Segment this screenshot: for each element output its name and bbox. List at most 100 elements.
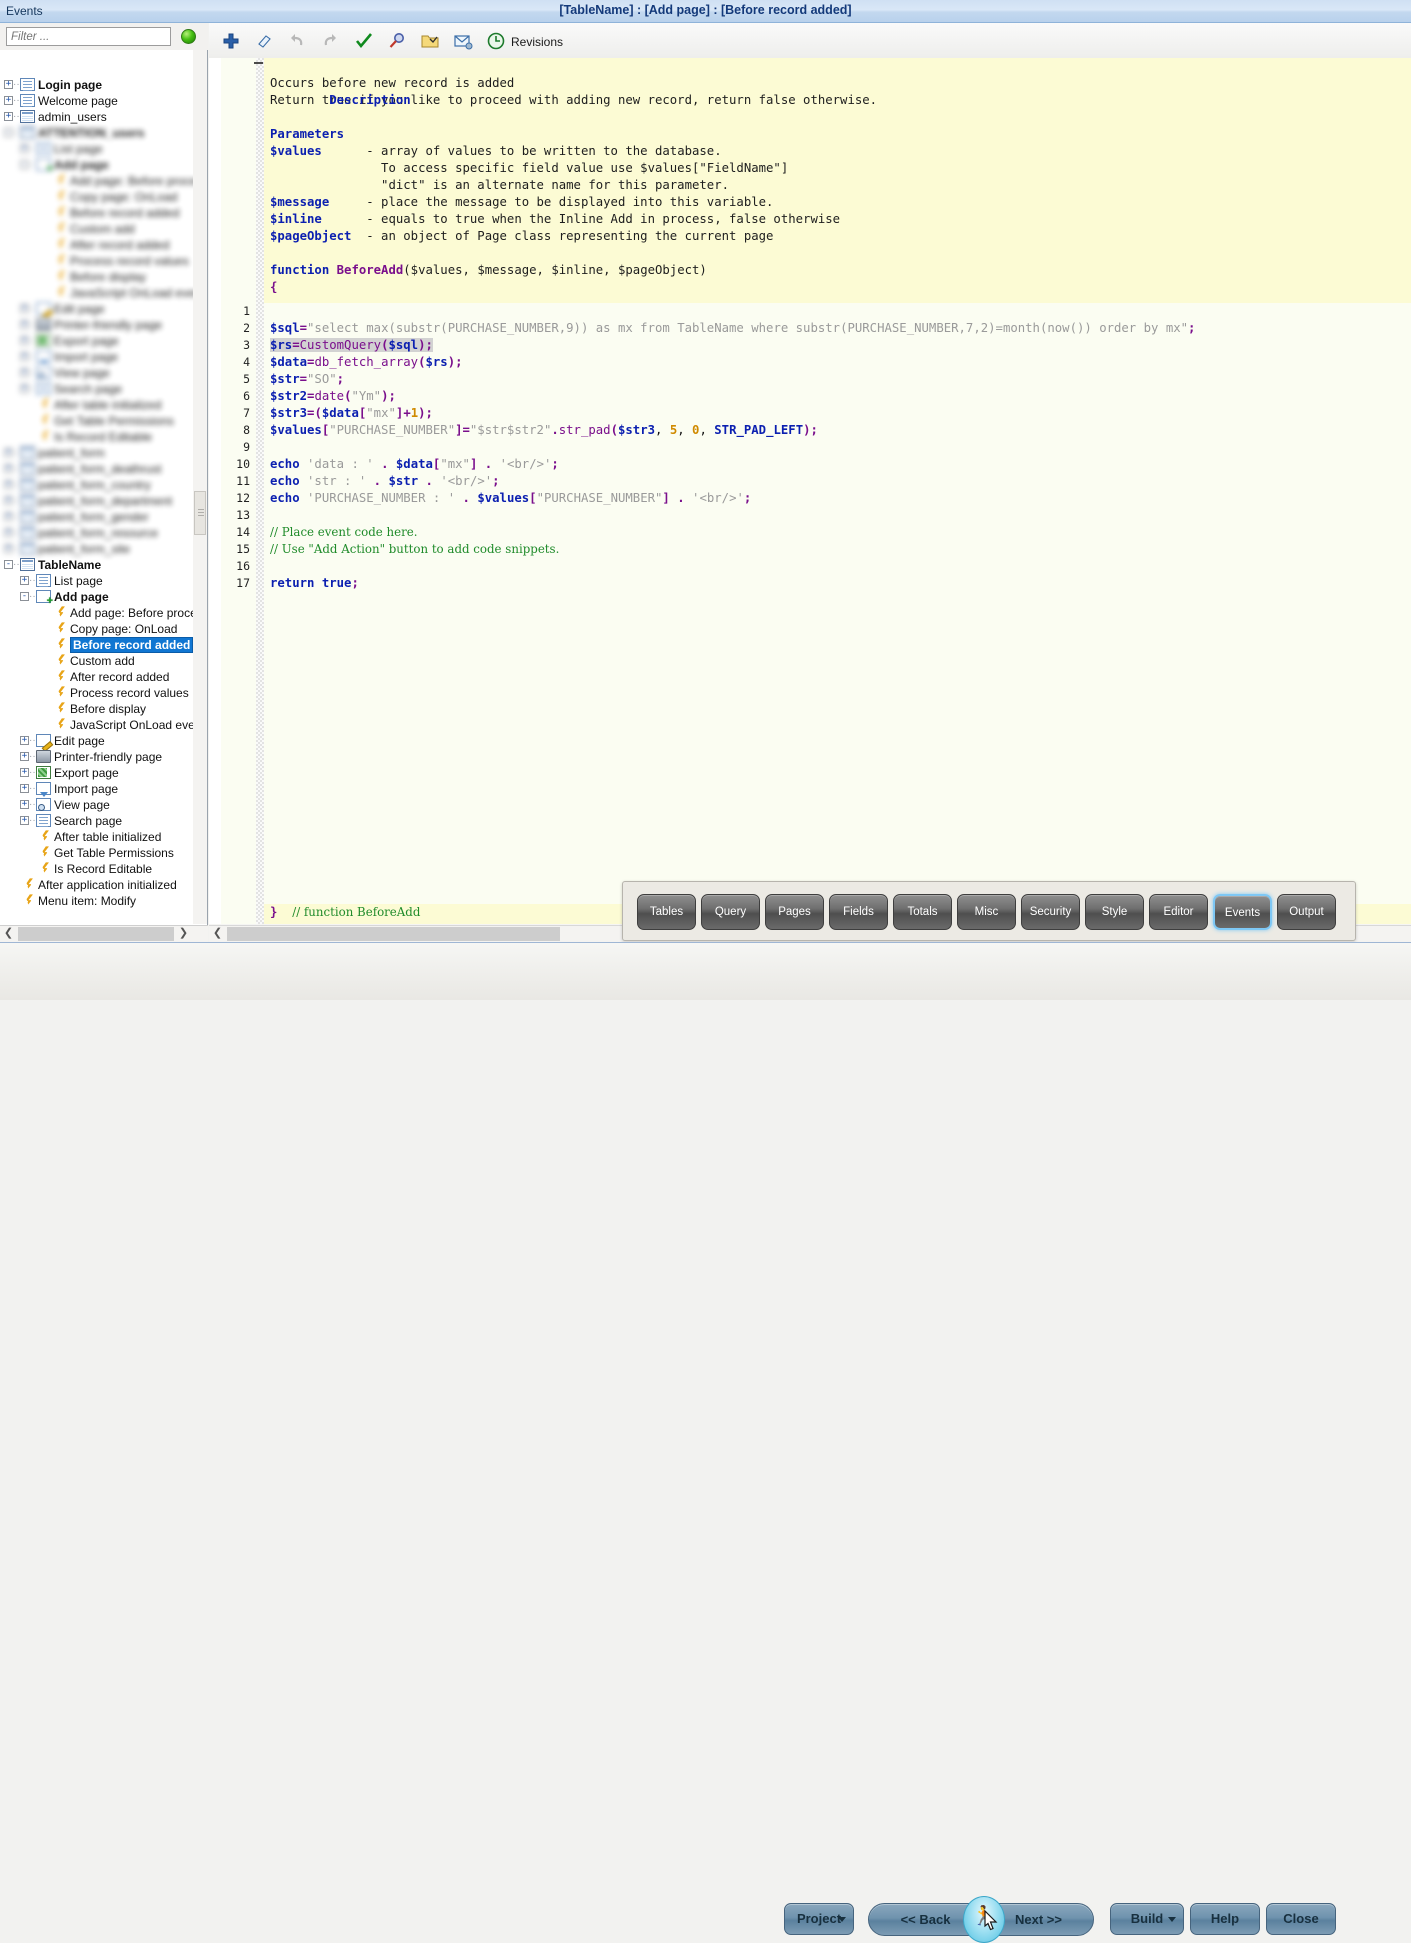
- tree-item[interactable]: Get Table Permissions: [0, 412, 207, 428]
- tree-item[interactable]: Copy page: OnLoad: [0, 620, 207, 636]
- code-line[interactable]: echo 'str : ' . $str . '<br/>';: [264, 473, 1411, 490]
- tree-item[interactable]: + ·· List page: [0, 572, 207, 588]
- code-line[interactable]: // Place event code here.: [264, 524, 1411, 541]
- code-line[interactable]: $data=db_fetch_array($rs);: [264, 354, 1411, 371]
- tree-expander-icon[interactable]: +: [20, 384, 29, 394]
- code-line[interactable]: [264, 507, 1411, 524]
- eraser-icon[interactable]: [254, 31, 276, 51]
- tree-expander-icon[interactable]: +: [4, 448, 13, 458]
- tree-item[interactable]: Add page: Before process: [0, 172, 207, 188]
- code-line[interactable]: [264, 439, 1411, 456]
- tree-expander-icon[interactable]: -: [4, 560, 13, 570]
- tree-item[interactable]: + ·· Export page: [0, 332, 207, 348]
- tree-item[interactable]: + ·· patient_form_country: [0, 476, 207, 492]
- code-line[interactable]: echo 'data : ' . $data["mx"] . '<br/>';: [264, 456, 1411, 473]
- code-line[interactable]: $str2=date("Ym");: [264, 388, 1411, 405]
- tree-item[interactable]: + ·· Search page: [0, 812, 207, 828]
- tab-misc[interactable]: Misc: [957, 894, 1016, 930]
- tab-query[interactable]: Query: [701, 894, 760, 930]
- tree-item[interactable]: Before display: [0, 700, 207, 716]
- tree-item[interactable]: Custom add: [0, 220, 207, 236]
- tree-expander-icon[interactable]: +: [20, 768, 29, 778]
- code-line[interactable]: [264, 303, 1411, 320]
- filter-input[interactable]: [6, 27, 171, 46]
- tree-horizontal-scroll-thumb[interactable]: [18, 927, 174, 941]
- tree-item[interactable]: After table initialized: [0, 828, 207, 844]
- tree-item[interactable]: -··Add page: [0, 156, 207, 174]
- tab-security[interactable]: Security: [1021, 894, 1080, 930]
- tree-item[interactable]: + ·· patient_form: [0, 444, 207, 460]
- tree-item[interactable]: Custom add: [0, 652, 207, 668]
- magnifier-icon[interactable]: [387, 31, 409, 51]
- tree-expander-icon[interactable]: +: [4, 464, 13, 474]
- tree-expander-icon[interactable]: +: [20, 320, 29, 330]
- tree-expander-icon[interactable]: +: [20, 736, 29, 746]
- tree-item[interactable]: Before record added: [0, 204, 207, 220]
- revisions-label[interactable]: Revisions: [511, 35, 563, 49]
- chevron-down-icon[interactable]: [838, 1917, 846, 1922]
- tree-item[interactable]: + ·· Login page: [0, 76, 207, 92]
- tree-horizontal-scrollbar[interactable]: ❮ ❯: [0, 925, 208, 942]
- tree-item[interactable]: Add page: Before process: [0, 604, 207, 620]
- tree-item[interactable]: + ·· Edit page: [0, 732, 207, 748]
- tree-item[interactable]: Is Record Editable: [0, 860, 207, 876]
- code-line[interactable]: $str="SO";: [264, 371, 1411, 388]
- tree-item[interactable]: + ·· patient_form_site: [0, 540, 207, 556]
- tree-item[interactable]: + ·· Search page: [0, 380, 207, 396]
- tab-pages[interactable]: Pages: [765, 894, 824, 930]
- tree-item[interactable]: + ·· patient_form_resource: [0, 524, 207, 540]
- tree-item[interactable]: - ·· TableName: [0, 556, 207, 572]
- tree-vertical-scrollbar[interactable]: [193, 50, 207, 924]
- code-line[interactable]: $str3=($data["mx"]+1);: [264, 405, 1411, 422]
- tree-item[interactable]: + ·· Printer-friendly page: [0, 316, 207, 332]
- tree-item[interactable]: + ·· Welcome page: [0, 92, 207, 108]
- build-chevron-down-icon[interactable]: [1168, 1917, 1176, 1922]
- tree-item[interactable]: + ·· Edit page: [0, 300, 207, 316]
- tree-item[interactable]: + ·· admin_users: [0, 108, 207, 124]
- tree-expander-icon[interactable]: +: [20, 576, 29, 586]
- tree-expander-icon[interactable]: +: [4, 512, 13, 522]
- code-lines[interactable]: $sql="select max(substr(PURCHASE_NUMBER,…: [264, 303, 1411, 924]
- tree-item[interactable]: Process record values: [0, 252, 207, 268]
- tree-expander-icon[interactable]: +: [20, 784, 29, 794]
- tree-item[interactable]: + ·· List page: [0, 140, 207, 156]
- tree-item[interactable]: + ·· View page: [0, 364, 207, 380]
- tree-item-selected[interactable]: Before record added: [0, 636, 207, 653]
- tree-expander-icon[interactable]: +: [20, 800, 29, 810]
- code-line[interactable]: echo 'PURCHASE_NUMBER : ' . $values["PUR…: [264, 490, 1411, 507]
- tree-expander-icon[interactable]: +: [4, 480, 13, 490]
- editor-scroll-left-arrow-icon[interactable]: ❮: [209, 926, 226, 942]
- tree-expander-icon[interactable]: +: [4, 496, 13, 506]
- tree-item[interactable]: Is Record Editable: [0, 428, 207, 444]
- tree-item[interactable]: + ·· patient_form_gender: [0, 508, 207, 524]
- tree-expander-icon[interactable]: +: [4, 544, 13, 554]
- tree-item[interactable]: + ·· Import page: [0, 780, 207, 798]
- tab-editor[interactable]: Editor: [1149, 894, 1208, 930]
- tree-item[interactable]: Get Table Permissions: [0, 844, 207, 860]
- project-button[interactable]: Project: [784, 1903, 854, 1935]
- code-line[interactable]: return true;: [264, 575, 1411, 592]
- tree-item[interactable]: Before display: [0, 268, 207, 284]
- check-icon[interactable]: [354, 31, 376, 51]
- close-button[interactable]: Close: [1266, 1903, 1336, 1935]
- tab-events[interactable]: Events: [1213, 894, 1272, 930]
- tree-expander-icon[interactable]: +: [4, 528, 13, 538]
- tree-expander-icon[interactable]: +: [4, 112, 13, 122]
- tab-tables[interactable]: Tables: [637, 894, 696, 930]
- tree-expander-icon[interactable]: +: [20, 816, 29, 826]
- tab-totals[interactable]: Totals: [893, 894, 952, 930]
- help-button[interactable]: Help: [1190, 1903, 1260, 1935]
- code-editor[interactable]: 1 2 3 4 5 6 7 8 9 10 11 12 13 14 15 16 17 Description Oc…: [209, 58, 1411, 924]
- tree-expander-icon[interactable]: +: [20, 752, 29, 762]
- tree-expander-icon[interactable]: +: [20, 304, 29, 314]
- tree-vertical-scroll-thumb[interactable]: [194, 491, 206, 535]
- collapse-icon[interactable]: [254, 62, 263, 64]
- code-line[interactable]: // Use "Add Action" button to add code s…: [264, 541, 1411, 558]
- scroll-right-arrow-icon[interactable]: ❯: [175, 926, 192, 942]
- tree-item[interactable]: JavaScript OnLoad event: [0, 716, 207, 732]
- tree-item[interactable]: Menu item: Modify: [0, 892, 207, 908]
- tree-item[interactable]: + ·· Import page: [0, 348, 207, 366]
- folder-open-icon[interactable]: [420, 31, 442, 51]
- tree-item[interactable]: JavaScript OnLoad event: [0, 284, 207, 300]
- tree-scroll-viewport[interactable]: + ·· Login page + ·· Welcome page + ·· admin_use…: [0, 50, 207, 924]
